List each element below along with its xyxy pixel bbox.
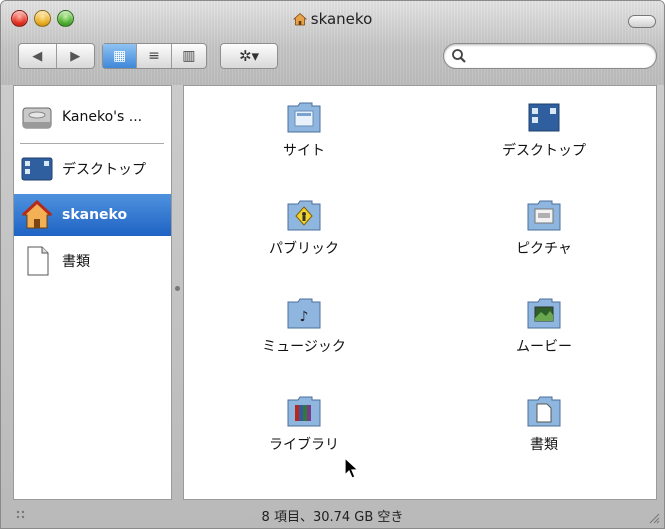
home-icon [292,12,307,26]
search-input[interactable] [471,48,656,64]
toolbar-toggle-button[interactable] [628,15,656,28]
folder-item[interactable]: サイト [224,100,384,162]
folder-label: ライブラリ [269,437,339,453]
file-area: サイト デスクトップ パブリック ピクチャ ♪ ミュージック ムービー ライブラ… [183,85,657,500]
folder-item[interactable]: 書類 [464,394,624,456]
sidebar-item-desktop[interactable]: デスクトップ [14,148,171,190]
desktop-folder-icon [528,103,560,132]
sidebar-item-label: Kaneko's ... [62,109,143,125]
sidebar: Kaneko's ... デスクトップ skaneko 書類 [13,85,172,500]
status-text: 8 項目、30.74 GB 空き [261,509,404,525]
window-title: skaneko [1,10,664,28]
forward-arrow-icon: ▶ [70,48,81,64]
back-button[interactable]: ◀ [19,44,57,68]
sidebar-item-label: 書類 [62,254,90,270]
nav-buttons: ◀ ▶ [18,43,95,69]
folder-item[interactable]: ライブラリ [224,394,384,456]
folder-item[interactable]: ムービー [464,296,624,358]
folder-item[interactable]: ピクチャ [464,198,624,260]
view-mode-buttons: ▦ ≡ ▥ [102,43,207,69]
icon-view-icon: ▦ [113,48,127,64]
sidebar-item-label: デスクトップ [62,162,146,178]
folder-label: ムービー [516,339,572,355]
finder-window: skaneko ◀ ▶ ▦ ≡ ▥ ✲▾ Kaneko's ... デスクトップ… [0,0,665,529]
library-folder-icon [287,396,321,427]
icon-view-button[interactable]: ▦ [103,44,138,68]
documents-folder-icon [527,396,561,427]
sidebar-item-documents[interactable]: 書類 [14,240,171,282]
window-resize-icon[interactable] [648,512,660,524]
sidebar-item-disk[interactable]: Kaneko's ... [14,96,171,138]
gear-icon: ✲▾ [238,47,260,65]
sidebar-divider [20,143,164,144]
folder-label: ピクチャ [516,241,572,257]
hard-drive-icon [22,107,52,129]
list-view-icon: ≡ [148,48,160,64]
movies-folder-icon [527,298,561,329]
folder-label: サイト [283,143,325,159]
svg-text:♪: ♪ [300,309,309,325]
back-arrow-icon: ◀ [32,48,43,64]
music-folder-icon: ♪ [287,298,321,329]
folder-label: 書類 [530,437,558,453]
folder-item[interactable]: ♪ ミュージック [224,296,384,358]
document-icon [27,246,49,276]
sidebar-splitter[interactable] [172,85,183,500]
search-field[interactable] [443,43,657,69]
splitter-handle[interactable] [175,286,180,291]
column-view-button[interactable]: ▥ [172,44,206,68]
sidebar-item-label: skaneko [62,207,128,223]
pictures-folder-icon [527,200,561,231]
public-folder-icon [287,200,321,231]
toolbar-area: skaneko ◀ ▶ ▦ ≡ ▥ ✲▾ [1,1,664,85]
action-menu-button[interactable]: ✲▾ [220,43,278,69]
folder-label: デスクトップ [502,143,586,159]
search-icon [452,49,466,63]
window-title-text: skaneko [310,10,373,28]
folder-label: ミュージック [262,339,346,355]
folder-item[interactable]: パブリック [224,198,384,260]
folder-label: パブリック [269,241,339,257]
sites-folder-icon [287,102,321,133]
desktop-icon [21,157,53,181]
column-view-icon: ▥ [182,48,196,64]
status-bar: 8 項目、30.74 GB 空き [1,500,664,528]
home-icon [21,199,53,229]
sidebar-item-home[interactable]: skaneko [14,194,171,236]
folder-item[interactable]: デスクトップ [464,100,624,162]
forward-button[interactable]: ▶ [57,44,95,68]
mouse-pointer-icon [344,456,360,479]
list-view-button[interactable]: ≡ [137,44,172,68]
